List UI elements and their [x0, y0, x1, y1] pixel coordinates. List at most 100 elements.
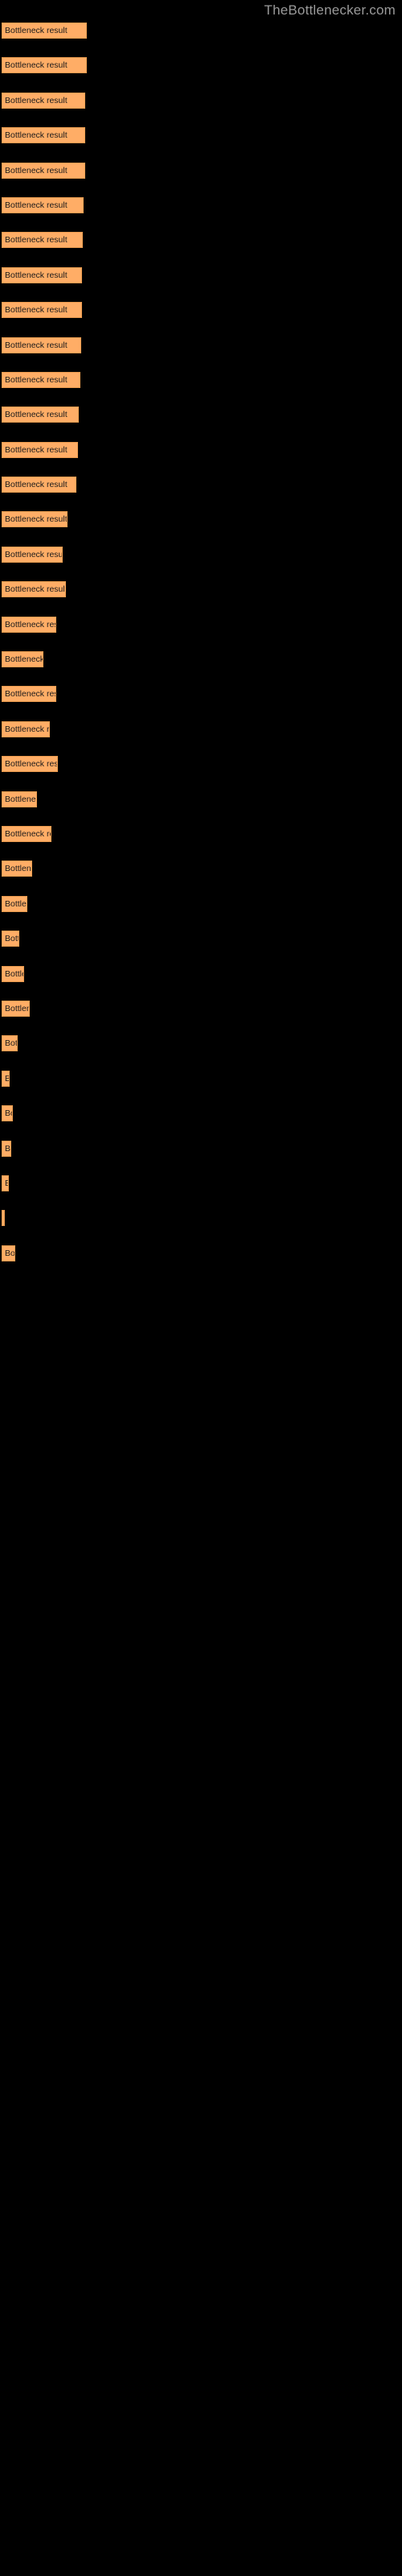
bar-row: Bottleneck result — [0, 1140, 402, 1175]
bar-row: Bottleneck result — [0, 441, 402, 477]
bar-label: Bottleneck result — [5, 689, 55, 700]
bar[interactable]: Bottleneck result — [2, 266, 82, 283]
bar[interactable]: Bottleneck result — [2, 302, 82, 319]
bar-label: Bottleneck result — [5, 95, 68, 105]
bar-label: Bottleneck result — [5, 828, 51, 839]
bar-row: Bottleneck result — [0, 57, 402, 92]
bar[interactable]: Bottleneck result — [2, 1140, 11, 1157]
bar-label: Bottleneck result — [5, 480, 68, 490]
bar-row: Bottleneck result — [0, 127, 402, 162]
bar[interactable]: Bottleneck result — [2, 477, 76, 493]
bar-label: Bottleneck result — [5, 934, 18, 944]
bar-label: Bottleneck result — [5, 374, 68, 385]
bar-row: Bottleneck result — [0, 616, 402, 651]
bar-row: Bottleneck result — [0, 1070, 402, 1105]
bar-label: Bottleneck result — [5, 619, 55, 630]
bar-label: Bottleneck result — [5, 305, 68, 316]
bar[interactable]: Bottleneck result — [2, 371, 80, 388]
bar-row: Bottleneck result — [0, 756, 402, 791]
bar-row: Bottleneck result — [0, 651, 402, 686]
bar-label: Bottleneck result — [5, 235, 68, 246]
bar[interactable]: Bottleneck result — [2, 441, 78, 458]
bar-row: Bottleneck result — [0, 266, 402, 302]
bar[interactable]: Bottleneck result — [2, 336, 81, 353]
bar-row: Bottleneck result — [0, 92, 402, 127]
bar-row: Bottleneck result — [0, 1210, 402, 1245]
bar-row: Bottleneck result — [0, 581, 402, 616]
page-title: TheBottlenecker.com — [264, 2, 396, 18]
bar[interactable]: Bottleneck result — [2, 196, 84, 213]
bar-row: Bottleneck result — [0, 196, 402, 232]
bar-row: Bottleneck result — [0, 861, 402, 895]
bar[interactable]: Bottleneck result — [2, 127, 85, 144]
bar[interactable]: Bottleneck result — [2, 57, 87, 74]
bar-label: Bottleneck result — [5, 270, 68, 280]
bar[interactable]: Bottleneck result — [2, 546, 63, 563]
bar-row: Bottleneck result — [0, 336, 402, 372]
bar-row: Bottleneck result — [0, 302, 402, 336]
bar-label: Bottleneck result — [5, 26, 68, 35]
bar-label: Bottleneck result — [5, 968, 23, 979]
bar-label: Bottleneck result — [5, 794, 36, 804]
bar-row: Bottleneck result — [0, 825, 402, 861]
bar-label: Bottleneck result — [5, 1071, 9, 1086]
bar[interactable]: Bottleneck result — [2, 965, 24, 982]
bar-label: Bottleneck result — [5, 130, 68, 141]
bar-row: Bottleneck result — [0, 965, 402, 1001]
bar[interactable]: Bottleneck result — [2, 1000, 30, 1017]
bar[interactable]: Bottleneck result — [2, 92, 85, 109]
bar[interactable]: Bottleneck result — [2, 720, 50, 737]
bar-row: Bottleneck result — [0, 686, 402, 720]
bar[interactable]: Bottleneck result — [2, 511, 68, 528]
bar[interactable]: Bottleneck result — [2, 1105, 13, 1122]
bar[interactable]: Bottleneck result — [2, 1210, 5, 1227]
bar[interactable]: Bottleneck result — [2, 1174, 9, 1191]
bar[interactable]: Bottleneck result — [2, 1035, 18, 1052]
bar[interactable]: Bottleneck result — [2, 895, 27, 912]
bar-label: Bottleneck result — [5, 410, 68, 420]
bar-row: Bottleneck result — [0, 371, 402, 407]
bar-row: Bottleneck result — [0, 791, 402, 826]
bar[interactable]: Bottleneck result — [2, 1245, 15, 1261]
bar-label: Bottleneck result — [5, 549, 63, 559]
bar-row: Bottleneck result — [0, 931, 402, 965]
bar-row: Bottleneck result — [0, 511, 402, 546]
bar-label: Bottleneck result — [5, 654, 43, 665]
bar-label: Bottleneck result — [5, 444, 68, 455]
bar-label: Bottleneck result — [5, 1038, 18, 1049]
bar-row: Bottleneck result — [0, 23, 402, 57]
bar-row: Bottleneck result — [0, 895, 402, 931]
bar-chart: Bottleneck result Bottleneck result Bottle… — [0, 23, 402, 1280]
bar[interactable]: Bottleneck result — [2, 162, 85, 179]
bar-label: Bottleneck result — [5, 724, 50, 734]
bar-label: Bottleneck result — [5, 200, 68, 210]
bar-label: Bottleneck result — [5, 1003, 29, 1013]
bar-row: Bottleneck result — [0, 720, 402, 756]
bar-row: Bottleneck result — [0, 407, 402, 441]
bar[interactable]: Bottleneck result — [2, 756, 58, 773]
bar-label: Bottleneck result — [5, 1248, 15, 1258]
bar-label: Bottleneck result — [5, 584, 66, 595]
bar[interactable]: Bottleneck result — [2, 791, 37, 807]
bar[interactable]: Bottleneck result — [2, 861, 32, 877]
bar[interactable]: Bottleneck result — [2, 23, 87, 39]
bar[interactable]: Bottleneck result — [2, 686, 56, 703]
bar[interactable]: Bottleneck result — [2, 581, 66, 598]
bar-label: Bottleneck result — [5, 514, 68, 525]
bar-row: Bottleneck result — [0, 1174, 402, 1210]
bar-label: Bottleneck result — [5, 1143, 11, 1154]
bar-label: Bottleneck result — [5, 1108, 12, 1119]
bar[interactable]: Bottleneck result — [2, 651, 43, 668]
bar-label: Bottleneck result — [5, 759, 58, 770]
bar[interactable]: Bottleneck result — [2, 407, 79, 423]
bar-label: Bottleneck result — [5, 340, 68, 350]
bar-row: Bottleneck result — [0, 546, 402, 581]
bar-row: Bottleneck result — [0, 162, 402, 197]
bar-label: Bottleneck result — [5, 864, 31, 874]
bar[interactable]: Bottleneck result — [2, 825, 51, 842]
bar-row: Bottleneck result — [0, 1035, 402, 1070]
bar[interactable]: Bottleneck result — [2, 232, 83, 249]
bar[interactable]: Bottleneck result — [2, 1070, 10, 1087]
bar[interactable]: Bottleneck result — [2, 616, 56, 633]
bar[interactable]: Bottleneck result — [2, 931, 19, 947]
